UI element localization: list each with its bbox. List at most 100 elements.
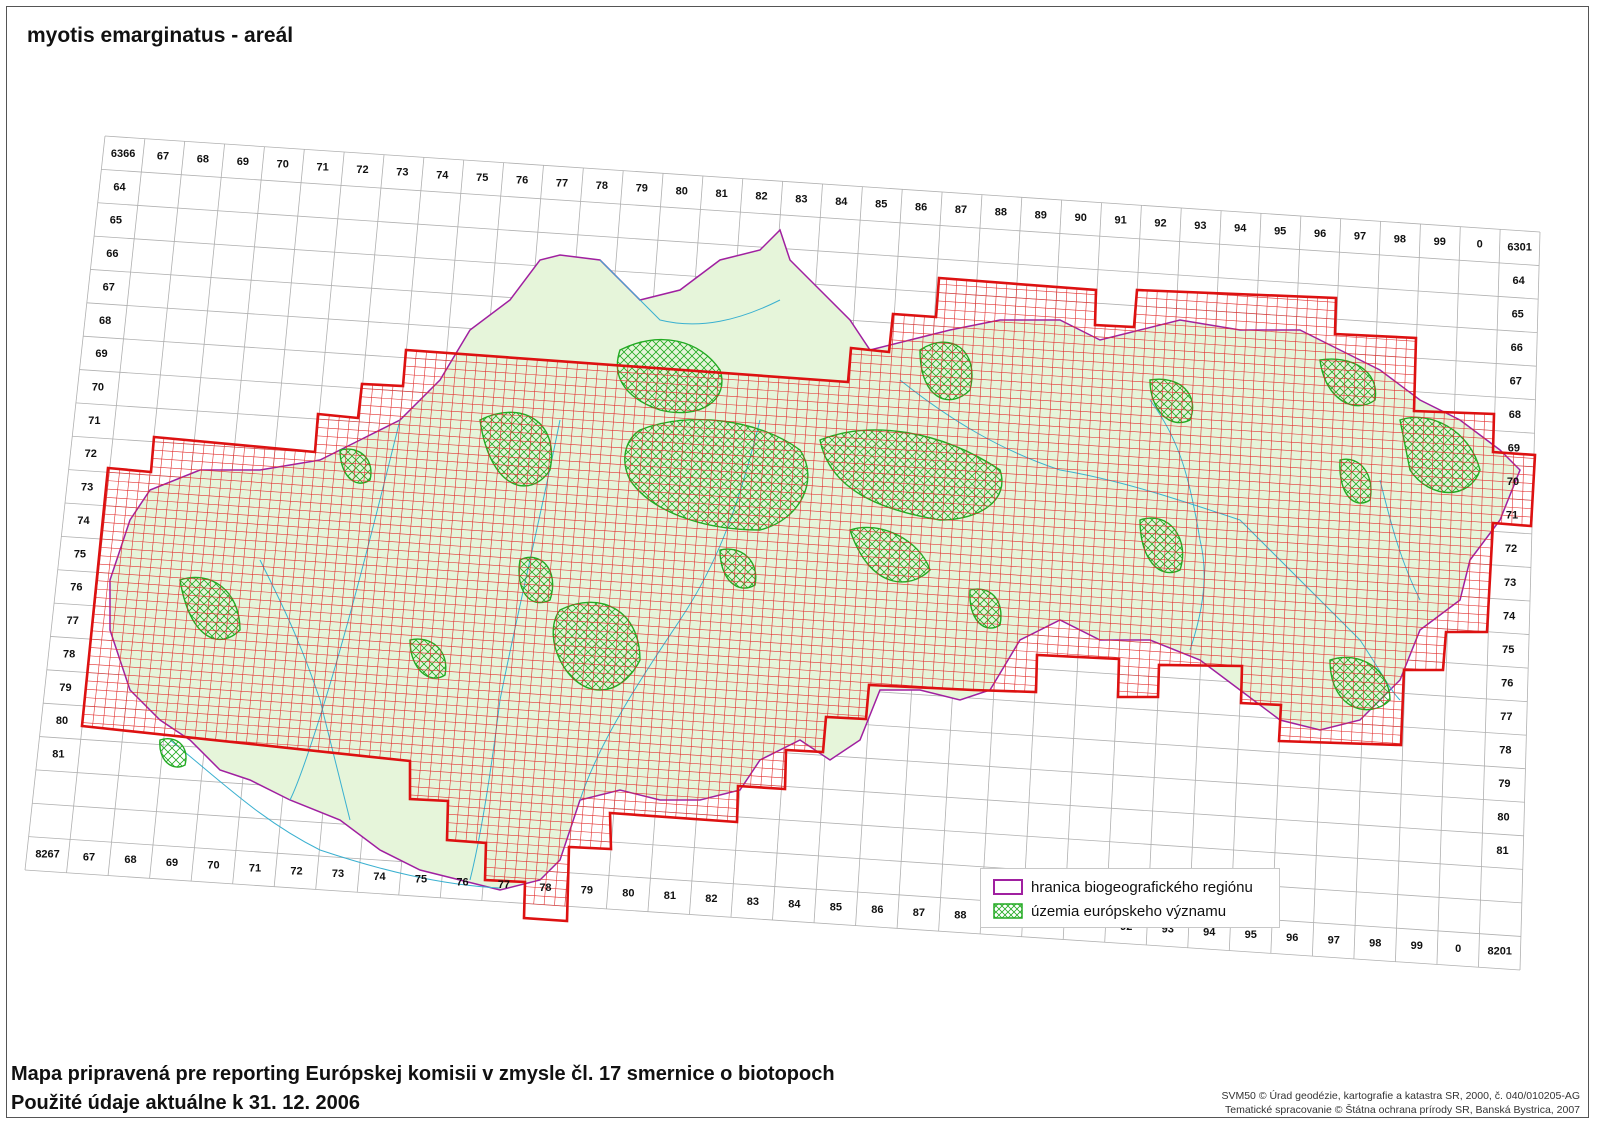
grid-label-top: 83 [795,193,807,205]
grid-label-bottom: 0 [1455,943,1461,955]
grid-label-top: 94 [1234,223,1247,235]
map-canvas: 6366 67 68 69 70 71 72 73 74 75 76 77 78 79 80 81 82 83 84… [24,135,1541,971]
credit-line-2: Tematické spracovanie © Štátna ochrana p… [1225,1104,1580,1116]
map-legend: hranica biogeografického regiónu územia … [980,868,1280,928]
grid-label-left: 79 [59,682,71,694]
grid-label-top: 76 [516,175,528,187]
legend-label: hranica biogeografického regiónu [1031,878,1253,896]
grid-label-right: 81 [1496,845,1508,857]
grid-label-top: 92 [1154,217,1166,229]
grid-line [28,836,1521,937]
grid-label-right: 66 [1511,342,1523,354]
grid-label-bottom: 73 [332,868,344,880]
grid-label-top: 6366 [111,148,135,160]
grid-label-top: 67 [157,151,169,163]
territory-fill [109,228,1521,891]
grid-label-right: 76 [1501,677,1513,689]
grid-label-bottom: 84 [788,899,801,911]
grid-label-bottom: 86 [871,904,883,916]
legend-item-region-border: hranica biogeografického regiónu [993,877,1253,897]
grid-label-left: 80 [56,715,68,727]
grid-label-top: 73 [396,167,408,179]
grid-label-right: 77 [1500,711,1512,723]
grid-label-bottom: 78 [539,882,551,894]
grid-label-top: 91 [1114,215,1126,227]
grid-label-top: 68 [197,153,209,165]
grid-label-top: 82 [755,191,767,203]
grid-label-left: 65 [110,215,122,227]
grid-label-top: 93 [1194,220,1206,232]
grid-label-left: 66 [106,248,118,260]
grid-label-right: 75 [1502,644,1514,656]
grid-label-bottom: 69 [166,857,178,869]
grid-label-bottom: 72 [290,865,302,877]
grid-label-bottom: 71 [249,862,261,874]
grid-label-top: 96 [1314,228,1326,240]
grid-label-top: 71 [317,161,329,173]
grid-label-left: 73 [81,482,93,494]
grid-line [24,869,1521,971]
footer-line-2: Použité údaje aktuálne k 31. 12. 2006 [11,1092,361,1114]
grid-label-right: 67 [1510,376,1522,388]
grid-label-bottom: 75 [415,874,427,886]
grid-label-bottom: 79 [581,885,593,897]
grid-label-top: 78 [596,180,608,192]
grid-label-bottom: 96 [1286,932,1298,944]
grid-label-right: 78 [1499,744,1511,756]
grid-label-bottom: 94 [1203,926,1216,938]
grid-label-right: 68 [1509,409,1521,421]
grid-label-left: 81 [52,749,64,761]
grid-label-top: 95 [1274,225,1286,237]
grid-label-top: 90 [1075,212,1087,224]
legend-item-protected-sites: územia európskeho významu [993,901,1226,921]
grid-label-bottom: 81 [664,890,676,902]
grid-label-bottom: 85 [830,901,842,913]
grid-label-top: 77 [556,177,568,189]
grid-label-bottom: 99 [1411,940,1423,952]
grid-label-bottom: 76 [456,876,468,888]
grid-label-left: 76 [70,582,82,594]
grid-label-left: 69 [95,348,107,360]
grid-label-right: 79 [1498,778,1510,790]
grid-label-right: 70 [1507,476,1519,488]
grid-label-top: 99 [1434,236,1446,248]
grid-label-bottom: 88 [954,910,966,922]
grid-label-top: 84 [835,196,848,208]
grid-label-top: 0 [1477,239,1483,251]
grid-label-top: 98 [1394,233,1406,245]
grid-label-left: 64 [113,181,126,193]
grid-label-bottom: 8201 [1487,946,1511,958]
grid-label-left: 77 [67,615,79,627]
grid-label-bottom: 80 [622,887,634,899]
grid-label-left: 68 [99,315,111,327]
grid-label-top: 97 [1354,231,1366,243]
purple-outline-swatch-icon [993,879,1023,895]
grid-label-top: 79 [636,183,648,195]
grid-label-top: 75 [476,172,488,184]
green-hatch-swatch-icon [993,903,1023,919]
grid-label-bottom: 98 [1369,937,1381,949]
grid-label-left: 75 [74,548,86,560]
grid-label-top: 72 [356,164,368,176]
grid-label-left: 74 [77,515,90,527]
grid-label-bottom: 95 [1245,929,1257,941]
grid-label-right: 72 [1505,543,1517,555]
grid-label-bottom: 87 [913,907,925,919]
legend-label: územia európskeho významu [1031,902,1227,920]
grid-label-left: 72 [85,448,97,460]
grid-label-top: 86 [915,201,927,213]
grid-label-top: 80 [676,185,688,197]
grid-label-top: 87 [955,204,967,216]
grid-label-bottom: 70 [207,860,219,872]
grid-label-left: 71 [88,415,100,427]
grid-label-top: 74 [436,169,449,181]
grid-label-bottom: 67 [83,851,95,863]
grid-label-right: 65 [1512,308,1524,320]
grid-label-bottom: 82 [705,893,717,905]
grid-label-right: 71 [1506,510,1518,522]
grid-label-right: 73 [1504,577,1516,589]
grid-label-top: 70 [277,159,289,171]
grid-label-top: 85 [875,199,887,211]
grid-label-bottom: 83 [747,896,759,908]
grid-label-bottom: 74 [373,871,386,883]
